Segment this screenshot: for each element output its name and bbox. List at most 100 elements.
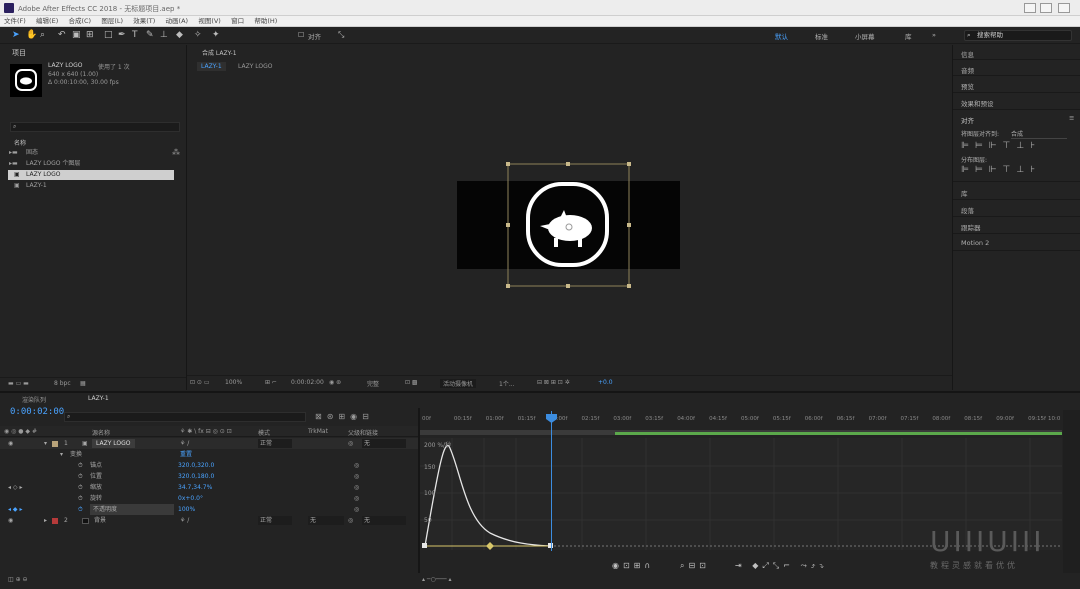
camera-tool-icon[interactable]: ▣ [72, 30, 81, 40]
minimize-button[interactable] [1024, 3, 1036, 13]
layer-row[interactable]: ◉ ▾ 1 ▣ LAZY LOGO ⚘ / 正常 ◎ 无 [0, 438, 418, 449]
visibility-icon[interactable]: ◉ [8, 438, 13, 449]
menu-view[interactable]: 视图(V) [198, 16, 221, 27]
pickwhip-icon[interactable]: ◎ [354, 460, 359, 471]
pickwhip-icon[interactable]: ◎ [354, 493, 359, 504]
expand-arrow-icon[interactable]: ▸ [44, 515, 47, 526]
preview-panel-tab[interactable]: 预览 [961, 81, 974, 91]
bpc-label[interactable]: 8 bpc [54, 380, 71, 387]
graph-fit-icons[interactable]: ⌕⊟⊡ [680, 561, 710, 571]
interpret-footage-icon[interactable]: ▬ ▭ ▬ [8, 380, 29, 387]
project-search-input[interactable]: ⌕ [10, 122, 180, 132]
layer-row[interactable]: ◉ ▸ 2 背景 ⚘ / 正常 无 ◎ 无 [0, 515, 418, 526]
zoom-dropdown[interactable]: 100% [225, 379, 242, 386]
layer-parent-dropdown[interactable]: 无 [362, 439, 406, 448]
layer-parent-dropdown[interactable]: 无 [362, 516, 406, 525]
viewer-extra-icons[interactable]: ⊟ ⊠ ⊞ ⊡ ✲ [537, 379, 570, 386]
snapshot-icon[interactable]: ◉ ⊛ [329, 379, 341, 386]
menu-effect[interactable]: 效果(T) [133, 16, 155, 27]
stopwatch-icon[interactable]: ⏱ [78, 482, 83, 493]
eraser-tool-icon[interactable]: ◆ [176, 30, 183, 40]
align-buttons-icon[interactable]: ⊫⊨⊩⊤⊥⊦ [961, 141, 1041, 151]
layer-switches-icon[interactable]: ⚘ / [180, 438, 189, 449]
menu-help[interactable]: 帮助(H) [254, 16, 277, 27]
layer-color-label[interactable] [52, 518, 58, 524]
align-to-dropdown[interactable]: 合成 [1011, 129, 1067, 139]
keyframe-nav-icon[interactable]: ◂ ◇ ▸ [8, 482, 22, 493]
timeline-current-time[interactable]: 0:00:02:00 [10, 407, 64, 417]
distribute-buttons-icon[interactable]: ⊫⊨⊩⊤⊥⊦ [961, 165, 1041, 175]
keyframe-tools-icons[interactable]: ⇥ ◆⤢⤡⌐ ⤳⤴⤵ [735, 561, 828, 571]
info-panel-tab[interactable]: 信息 [961, 49, 974, 59]
panel-menu-icon[interactable]: ≡ [1069, 114, 1074, 122]
comp-timeline-tab[interactable]: LAZY-1 [88, 395, 109, 402]
roi-icon[interactable]: ⊡ ▩ [405, 379, 418, 386]
pickwhip-icon[interactable]: ◎ [354, 504, 359, 515]
shape-tool-icon[interactable]: □ [104, 30, 113, 40]
property-row[interactable]: ◂ ◇ ▸ ⏱ 缩放 34.7,34.7% ◎ [0, 482, 418, 493]
project-row[interactable]: ▸▬ LAZY LOGO 个图层 [8, 159, 174, 169]
footer-toggle-icons[interactable]: ◫ ⊕ ⊖ [8, 576, 28, 583]
timeline-switch-icons[interactable]: ⊠⊛⊞◉⊟ [315, 412, 374, 421]
workspace-small-screen[interactable]: 小屏幕 [855, 31, 875, 41]
current-timecode[interactable]: 0:00:02:00 [291, 379, 324, 386]
transform-reset-link[interactable]: 重置 [180, 449, 192, 460]
audio-panel-tab[interactable]: 音频 [961, 65, 974, 75]
menu-animation[interactable]: 动画(A) [166, 16, 189, 27]
breadcrumb-layer[interactable]: LAZY LOGO [238, 63, 273, 70]
parent-pickwhip-icon[interactable]: ◎ [348, 515, 353, 526]
rotate-tool-icon[interactable]: ↶ [58, 30, 66, 40]
roto-brush-tool-icon[interactable]: ✧ [194, 30, 202, 40]
stopwatch-icon[interactable]: ⏱ [78, 504, 83, 515]
project-row[interactable]: ▸▬ 固态 [8, 148, 174, 158]
project-row-selected[interactable]: ▣ LAZY LOGO [8, 170, 174, 180]
layer-name[interactable]: 背景 [94, 515, 106, 526]
keyframe-nav-icon[interactable]: ◂ ◆ ▸ [8, 504, 22, 515]
visibility-icon[interactable]: ◉ [8, 515, 13, 526]
menu-file[interactable]: 文件(F) [4, 16, 26, 27]
parent-pickwhip-icon[interactable]: ◎ [348, 438, 353, 449]
property-row[interactable]: ◂ ◆ ▸ ⏱ 不透明度 100% ◎ [0, 504, 418, 515]
effects-presets-panel-tab[interactable]: 效果和预设 [961, 98, 994, 108]
breadcrumb-comp[interactable]: LAZY-1 [197, 62, 226, 71]
property-row[interactable]: ⏱ 位置 320.0,180.0 ◎ [0, 471, 418, 482]
expand-arrow-icon[interactable]: ▾ [44, 438, 47, 449]
layer-name[interactable]: LAZY LOGO [92, 439, 135, 448]
library-panel-tab[interactable]: 库 [961, 188, 968, 198]
snap-icon[interactable]: ⤡ [338, 30, 344, 40]
grid-icon[interactable]: ⊞ ⌐ [265, 379, 277, 386]
transform-group[interactable]: ▾ 变换 重置 [0, 449, 418, 460]
menu-composition[interactable]: 合成(C) [68, 16, 91, 27]
workspace-standard[interactable]: 标准 [815, 31, 828, 41]
exposure-value[interactable]: +0.0 [598, 379, 613, 386]
hand-tool-icon[interactable]: ✋ [26, 30, 37, 40]
current-time-indicator[interactable] [551, 411, 552, 551]
help-search-input[interactable]: ⌕ 搜索帮助 [964, 30, 1072, 41]
type-tool-icon[interactable]: T [132, 30, 138, 40]
timeline-search-input[interactable]: ⌕ [64, 412, 306, 422]
close-button[interactable] [1058, 3, 1070, 13]
motion2-panel-tab[interactable]: Motion 2 [961, 239, 989, 247]
views-dropdown[interactable]: 1个... [499, 379, 515, 388]
workspace-default[interactable]: 默认 [775, 31, 788, 41]
expand-arrow-icon[interactable]: ▾ [60, 449, 63, 460]
maximize-button[interactable] [1040, 3, 1052, 13]
stopwatch-icon[interactable]: ⏱ [78, 493, 83, 504]
menu-layer[interactable]: 图层(L) [101, 16, 123, 27]
render-queue-tab[interactable]: 渲染队列 [22, 395, 46, 404]
puppet-tool-icon[interactable]: ✦ [212, 30, 220, 40]
logo-layer-bounds[interactable] [500, 158, 640, 293]
brush-tool-icon[interactable]: ✎ [146, 30, 154, 40]
project-row[interactable]: ▣ LAZY-1 [8, 181, 174, 191]
pen-tool-icon[interactable]: ✒ [118, 30, 126, 40]
property-row[interactable]: ⏱ 旋转 0x+0.0° ◎ [0, 493, 418, 504]
trash-icon[interactable]: ▦ [80, 380, 86, 387]
camera-dropdown[interactable]: 活动摄像机 [440, 379, 477, 388]
layer-mode-dropdown[interactable]: 正常 [258, 439, 292, 448]
layer-trkmat-dropdown[interactable]: 无 [308, 516, 344, 525]
graph-view-icons[interactable]: ◉⊡⊞∩ [612, 561, 654, 570]
menu-edit[interactable]: 编辑(E) [36, 16, 58, 27]
pickwhip-icon[interactable]: ◎ [354, 471, 359, 482]
selection-tool-icon[interactable]: ➤ [12, 30, 20, 40]
resolution-dropdown[interactable]: 完整 [367, 379, 379, 388]
